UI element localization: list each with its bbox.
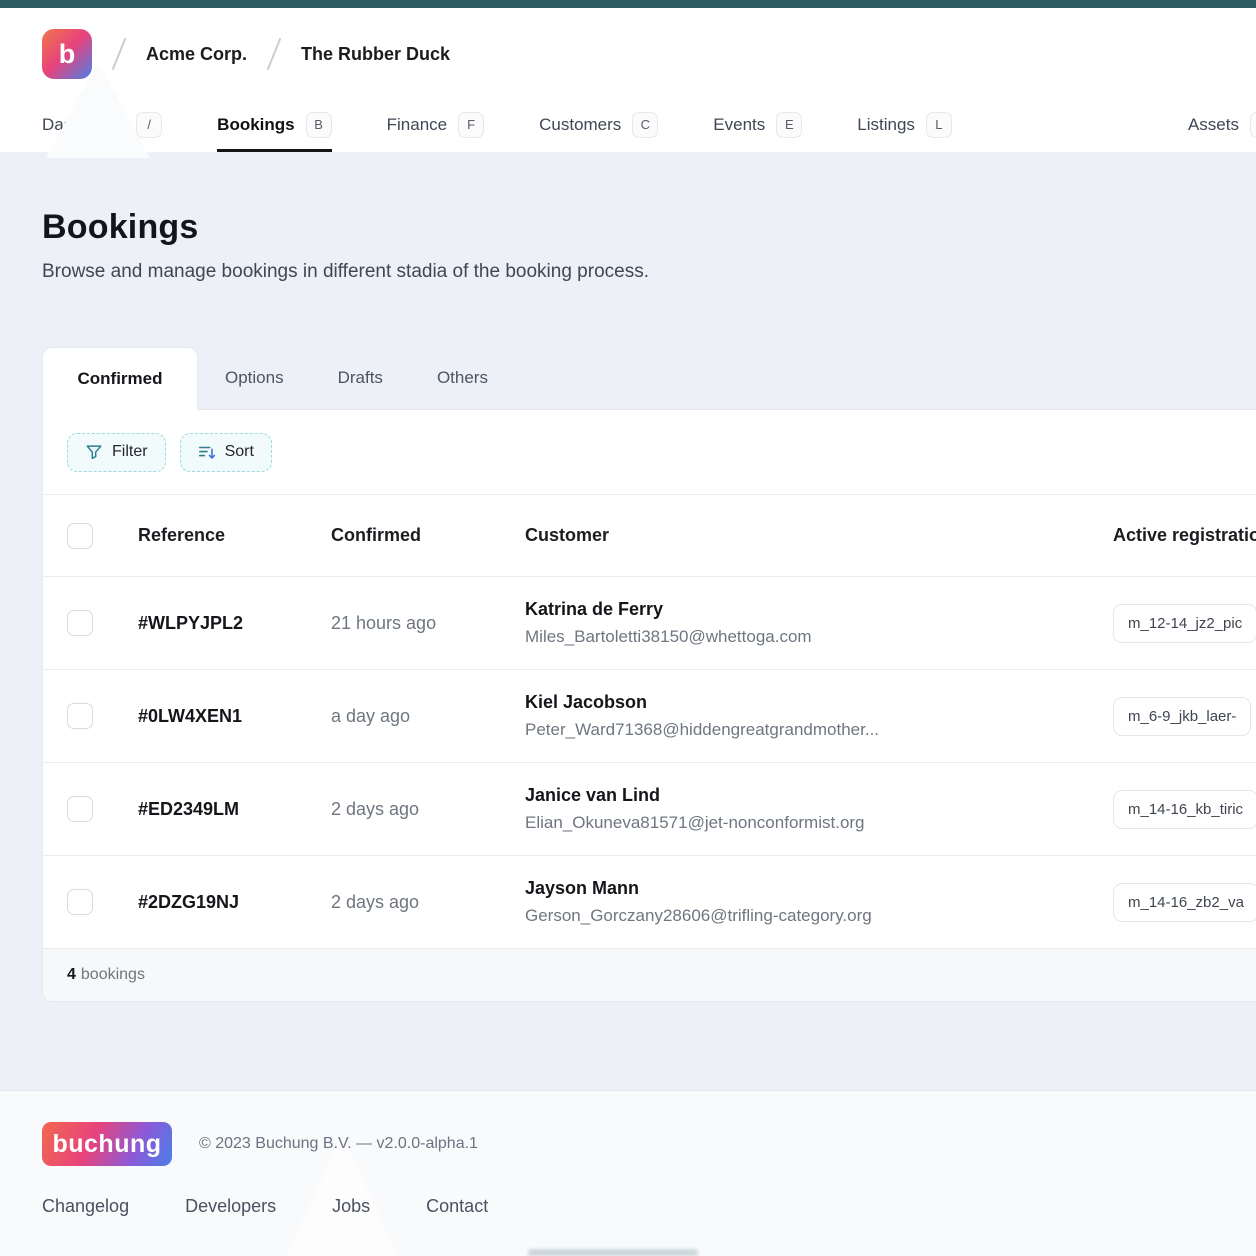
nav-item-finance[interactable]: Finance F [387, 100, 484, 152]
nav-item-listings[interactable]: Listings L [857, 100, 952, 152]
customer-email: Peter_Ward71368@hiddengreatgrandmother..… [525, 720, 1085, 740]
bookings-count-label: bookings [81, 966, 145, 984]
footer-link-contact[interactable]: Contact [426, 1196, 488, 1217]
breadcrumb: b Acme Corp. The Rubber Duck [42, 26, 1214, 82]
tab-confirmed[interactable]: Confirmed [42, 347, 198, 410]
row-checkbox[interactable] [67, 889, 93, 915]
footer-links: Changelog Developers Jobs Contact [42, 1196, 1214, 1217]
booking-status-tabs: Confirmed Options Drafts Others [42, 347, 1256, 409]
shortcut-badge [1250, 112, 1256, 138]
sort-icon [198, 443, 216, 461]
filter-button-label: Filter [112, 443, 148, 461]
nav-item-customers[interactable]: Customers C [539, 100, 658, 152]
watermark-triangle [46, 62, 150, 158]
nav-item-assets[interactable]: Assets [1188, 100, 1256, 152]
tab-drafts[interactable]: Drafts [311, 347, 410, 409]
copyright-text: © 2023 Buchung B.V. — v2.0.0-alpha.1 [199, 1135, 478, 1153]
nav-label: Customers [539, 115, 621, 135]
row-checkbox[interactable] [67, 796, 93, 822]
booking-reference: #ED2349LM [138, 799, 331, 820]
column-header-confirmed[interactable]: Confirmed [331, 525, 525, 546]
select-all-checkbox[interactable] [67, 523, 93, 549]
booking-reference: #WLPYJPL2 [138, 613, 331, 634]
top-accent-bar [0, 0, 1256, 8]
table-row[interactable]: #0LW4XEN1 a day ago Kiel Jacobson Peter_… [43, 670, 1256, 763]
bookings-count: 4 [67, 966, 76, 984]
sort-button-label: Sort [225, 443, 254, 461]
breadcrumb-org[interactable]: Acme Corp. [146, 44, 247, 65]
customer-name: Katrina de Ferry [525, 599, 1113, 620]
shortcut-badge: L [926, 112, 952, 138]
column-header-registrations[interactable]: Active registrations [1113, 525, 1256, 546]
bottom-edge-artifact [528, 1249, 698, 1256]
table-toolbar: Filter Sort [43, 410, 1256, 495]
app-header: b Acme Corp. The Rubber Duck Dashboard /… [0, 8, 1256, 152]
registration-badge[interactable]: m_14-16_kb_tiric [1113, 790, 1256, 829]
table-header-row: Reference Confirmed Customer Active regi… [43, 495, 1256, 577]
customer-name: Janice van Lind [525, 785, 1113, 806]
page-subtitle: Browse and manage bookings in different … [42, 261, 1214, 283]
nav-item-events[interactable]: Events E [713, 100, 802, 152]
booking-reference: #0LW4XEN1 [138, 706, 331, 727]
page-title: Bookings [42, 208, 1214, 247]
buchung-logo-text: buchung [52, 1130, 161, 1159]
buchung-logo[interactable]: buchung [42, 1122, 172, 1166]
customer-email: Gerson_Gorczany28606@trifling-category.o… [525, 906, 1085, 926]
customer-email: Miles_Bartoletti38150@whettoga.com [525, 627, 1085, 647]
booking-confirmed-time: a day ago [331, 706, 525, 727]
column-header-customer[interactable]: Customer [525, 525, 1113, 546]
nav-label: Events [713, 115, 765, 135]
table-row[interactable]: #2DZG19NJ 2 days ago Jayson Mann Gerson_… [43, 856, 1256, 949]
nav-label: Bookings [217, 115, 294, 135]
row-checkbox[interactable] [67, 610, 93, 636]
table-row[interactable]: #WLPYJPL2 21 hours ago Katrina de Ferry … [43, 577, 1256, 670]
nav-item-bookings[interactable]: Bookings B [217, 100, 331, 152]
booking-confirmed-time: 21 hours ago [331, 613, 525, 634]
footer-brand: buchung © 2023 Buchung B.V. — v2.0.0-alp… [42, 1122, 1214, 1166]
filter-button[interactable]: Filter [67, 433, 166, 472]
breadcrumb-slash-icon [267, 38, 282, 70]
row-checkbox[interactable] [67, 703, 93, 729]
tab-options[interactable]: Options [198, 347, 311, 409]
main-nav: Dashboard / Bookings B Finance F Custome… [0, 100, 1256, 152]
registration-badge[interactable]: m_6-9_jkb_laer- [1113, 697, 1251, 736]
main-content: Bookings Browse and manage bookings in d… [0, 208, 1256, 1002]
registration-badge[interactable]: m_12-14_jz2_pic [1113, 604, 1256, 643]
nav-label: Listings [857, 115, 915, 135]
shortcut-badge: E [776, 112, 802, 138]
tab-others[interactable]: Others [410, 347, 515, 409]
customer-email: Elian_Okuneva81571@jet-nonconformist.org [525, 813, 1085, 833]
bookings-card: Filter Sort Reference Confirmed Customer… [42, 409, 1256, 1002]
booking-reference: #2DZG19NJ [138, 892, 331, 913]
sort-button[interactable]: Sort [180, 433, 272, 472]
footer-link-jobs[interactable]: Jobs [332, 1196, 370, 1217]
column-header-reference[interactable]: Reference [138, 525, 331, 546]
customer-name: Jayson Mann [525, 878, 1113, 899]
footer-link-changelog[interactable]: Changelog [42, 1196, 129, 1217]
booking-confirmed-time: 2 days ago [331, 892, 525, 913]
nav-label: Finance [387, 115, 447, 135]
shortcut-badge: B [306, 112, 332, 138]
site-footer: buchung © 2023 Buchung B.V. — v2.0.0-alp… [0, 1090, 1256, 1256]
filter-funnel-icon [85, 443, 103, 461]
breadcrumb-workspace[interactable]: The Rubber Duck [301, 44, 450, 65]
table-row[interactable]: #ED2349LM 2 days ago Janice van Lind Eli… [43, 763, 1256, 856]
customer-name: Kiel Jacobson [525, 692, 1113, 713]
nav-label: Assets [1188, 115, 1239, 135]
booking-confirmed-time: 2 days ago [331, 799, 525, 820]
shortcut-badge: F [458, 112, 484, 138]
footer-link-developers[interactable]: Developers [185, 1196, 276, 1217]
shortcut-badge: C [632, 112, 658, 138]
registration-badge[interactable]: m_14-16_zb2_va [1113, 883, 1256, 922]
table-footer: 4 bookings [43, 949, 1256, 1001]
